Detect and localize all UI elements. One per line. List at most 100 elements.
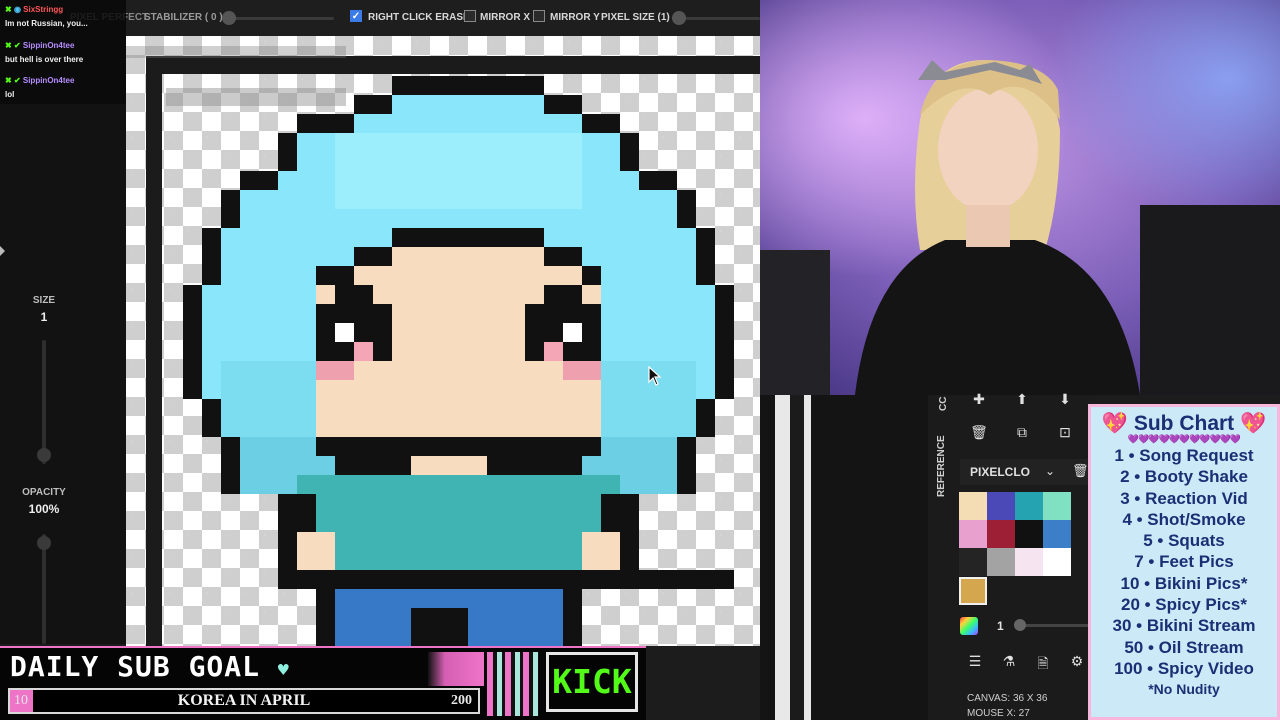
mirror-y-checkbox[interactable] <box>533 10 545 22</box>
size-label: SIZE <box>32 295 56 306</box>
canvas-size-info: CANVAS: 36 X 36 <box>967 693 1048 704</box>
sub-chart-item: 4 • Shot/Smoke <box>1122 509 1246 529</box>
opacity-slider[interactable] <box>42 534 46 644</box>
sub-chart-panel: 💖 Sub Chart 💖 💜💜💜💜💜💜💜💜💜💜💜 1 • Song Reque… <box>1088 404 1280 720</box>
color-swatch[interactable] <box>1043 520 1071 548</box>
mouse-position-info: MOUSE X: 27 <box>967 708 1030 719</box>
webcam-image <box>760 0 1280 395</box>
goal-label: KOREA IN APRIL <box>177 692 311 709</box>
heart-icon: 💖 <box>1101 412 1128 435</box>
opacity-label: OPACITY <box>22 487 66 498</box>
color-swatch[interactable] <box>987 548 1015 576</box>
brush-settings-panel: SIZE 1 OPACITY 100% <box>0 104 126 644</box>
canvas-border-top <box>146 56 760 74</box>
move-up-icon[interactable]: ⬆ <box>1013 391 1031 408</box>
color-swatch[interactable] <box>1015 492 1043 520</box>
mirror-x-label[interactable]: MIRROR X <box>480 12 530 23</box>
heart-icon: ♥ <box>277 660 290 681</box>
chat-message-3-text: lol <box>5 90 15 99</box>
trash-icon[interactable]: 🗑 <box>970 424 988 441</box>
chat-message-1-header: ✖ ◉ SixStringg <box>5 5 64 14</box>
pixel-art-character <box>164 76 734 646</box>
sub-chart-item: 20 • Spicy Pics* <box>1121 595 1247 615</box>
file-icon[interactable]: 🗎 <box>1034 653 1052 677</box>
sub-chart-item: 10 • Bikini Pics* <box>1120 573 1248 593</box>
goal-title: DAILY SUB GOAL ♥ <box>10 650 290 683</box>
color-swatch[interactable] <box>1015 520 1043 548</box>
merge-icon[interactable]: ⊡ <box>1056 424 1074 441</box>
canvas-right-border <box>790 395 804 720</box>
sub-chart-list: 1 • Song Request 2 • Booty Shake 3 • React… <box>1091 445 1277 679</box>
opacity-slider-handle[interactable] <box>37 536 51 550</box>
stabilizer-slider-handle[interactable] <box>222 11 236 25</box>
mirror-y-label[interactable]: MIRROR Y <box>550 12 600 23</box>
color-swatch[interactable] <box>1043 548 1071 576</box>
canvas-border-left <box>146 56 162 646</box>
goal-pink-banner <box>428 652 484 686</box>
goal-top-border <box>0 646 646 648</box>
right-click-erase-label[interactable]: RIGHT CLICK ERASE <box>368 12 470 23</box>
brush-size-slider[interactable] <box>1016 624 1090 627</box>
sub-chart-item: 30 • Bikini Stream <box>1112 616 1256 636</box>
palette-selector[interactable]: PIXELCLO ⌄ 🗑 <box>960 459 1090 485</box>
sub-chart-title: 💖 Sub Chart 💖 <box>1101 412 1267 435</box>
goal-progress-bar: 10 KOREA IN APRIL 200 <box>8 688 480 714</box>
pixel-size-label: PIXEL SIZE (1) <box>601 12 670 23</box>
palette-name: PIXELCLO <box>970 465 1031 479</box>
sub-chart-item: 100 • Spicy Video <box>1114 658 1254 678</box>
pixel-size-slider-handle[interactable] <box>672 11 686 25</box>
chat-overlay: ✖ ◉ SixStringg Im not Russian, you... ✖ … <box>0 0 126 104</box>
size-slider[interactable] <box>42 340 46 464</box>
stabilizer-label: STABILIZER ( 0 ) <box>144 12 223 23</box>
panel-toggle-icon[interactable] <box>0 246 5 256</box>
color-swatch[interactable] <box>959 548 987 576</box>
stabilizer-slider[interactable] <box>222 17 334 20</box>
chat-message-1-text: Im not Russian, you... <box>5 19 88 28</box>
color-swatch[interactable] <box>959 492 987 520</box>
mirror-x-checkbox[interactable] <box>464 10 476 22</box>
color-picker-icon[interactable] <box>960 617 978 635</box>
webcam-feed <box>760 0 1280 395</box>
sub-chart-item: 1 • Song Request <box>1114 446 1254 465</box>
cc-tab[interactable]: CC <box>938 397 949 411</box>
color-swatch[interactable] <box>1043 492 1071 520</box>
sub-chart-item: 3 • Reaction Vid <box>1120 488 1248 508</box>
pixel-editor-side-panel: CC REFERENCE ✚ ⬆ ⬇ 🗑 ⧉ ⊡ PIXELCLO ⌄ 🗑 1 … <box>928 391 1090 720</box>
opacity-value: 100% <box>28 502 60 516</box>
heart-icon: 💖 <box>1240 412 1267 435</box>
drawing-canvas[interactable] <box>126 36 760 646</box>
add-icon[interactable]: ✚ <box>970 391 988 408</box>
color-swatch[interactable] <box>959 520 987 548</box>
reference-tab[interactable]: REFERENCE <box>936 435 947 497</box>
pixel-art-svg <box>183 76 734 646</box>
sub-chart-item: 50 • Oil Stream <box>1124 637 1244 657</box>
chat-message-2-text: but hell is over there <box>5 55 84 64</box>
goal-target: 200 <box>451 693 472 708</box>
brush-size-value: 1 <box>997 619 1004 633</box>
move-down-icon[interactable]: ⬇ <box>1056 391 1074 408</box>
sub-chart-item: 2 • Booty Shake <box>1120 467 1248 487</box>
right-click-erase-checkbox[interactable]: ✓ <box>350 10 362 22</box>
chat-message-3-header: ✖ ✔ SippinOn4tee <box>5 76 75 85</box>
color-swatch[interactable] <box>987 520 1015 548</box>
flask-icon[interactable]: ⚗ <box>1000 653 1018 670</box>
kick-logo: KICK <box>546 652 638 712</box>
canvas-overlay-bar <box>126 46 346 58</box>
size-value: 1 <box>40 310 48 324</box>
color-swatch[interactable] <box>987 492 1015 520</box>
brush-size-slider-handle[interactable] <box>1014 619 1026 631</box>
chat-message-2-header: ✖ ✔ SippinOn4tee <box>5 41 75 50</box>
sub-chart-item: 5 • Squats <box>1143 531 1225 551</box>
color-swatch[interactable] <box>1015 548 1043 576</box>
duplicate-icon[interactable]: ⧉ <box>1013 424 1031 441</box>
mouse-cursor-icon <box>648 365 662 391</box>
sub-chart-item: 7 • Feet Pics <box>1134 552 1234 572</box>
layers-icon[interactable]: ☰ <box>966 653 984 670</box>
chevron-down-icon[interactable]: ⌄ <box>1045 464 1055 478</box>
color-swatch-selected[interactable] <box>959 577 987 605</box>
delete-palette-icon[interactable]: 🗑 <box>1072 463 1089 479</box>
settings-icon[interactable]: ⚙ <box>1068 653 1086 670</box>
size-slider-handle[interactable] <box>37 448 51 462</box>
goal-decorative-stripes <box>487 652 539 716</box>
sub-chart-note: *No Nudity <box>1148 681 1220 698</box>
